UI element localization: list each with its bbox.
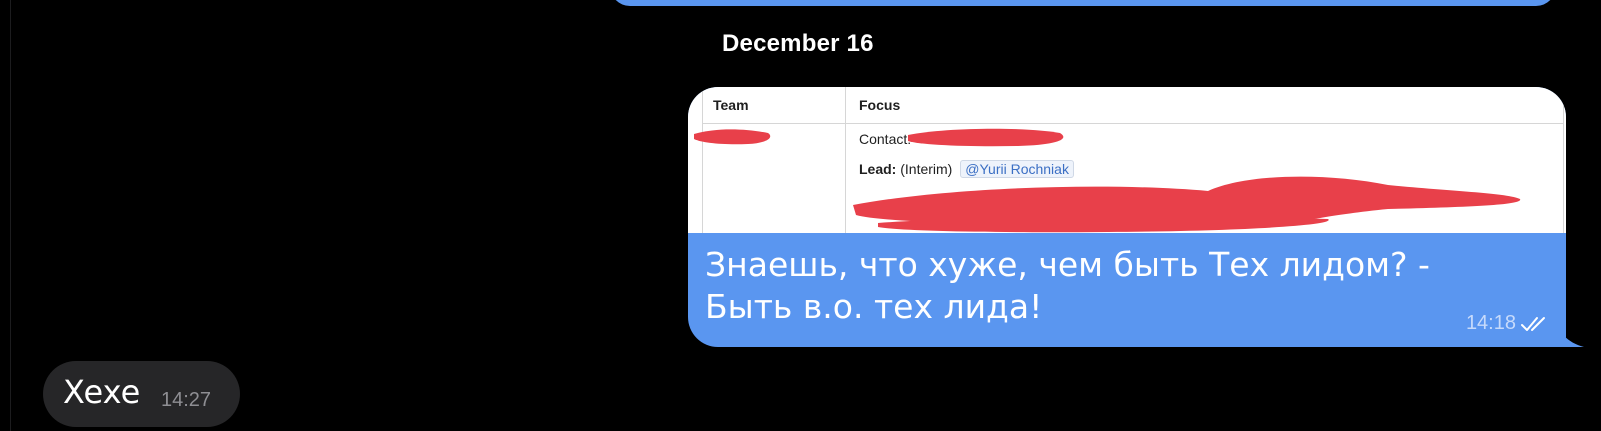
redaction-marks (694, 128, 1521, 233)
redaction-team (694, 129, 771, 145)
double-check-icon (1521, 316, 1545, 331)
redaction-contact (908, 128, 1064, 147)
incoming-message-time: 14:27 (161, 389, 212, 411)
previous-message-bubble[interactable] (610, 0, 1556, 6)
incoming-message-bubble[interactable]: Xexe 14:27 (43, 361, 240, 427)
date-separator: December 16 (722, 30, 874, 57)
outgoing-message-text: Знаешь, что хуже, чем быть Тех лидом? - … (705, 245, 1430, 326)
incoming-message-text: Xexe (63, 373, 141, 411)
attached-screenshot[interactable]: Team Focus Contact: Lead: (Interim) @Yur… (688, 87, 1566, 233)
window-edge (0, 0, 11, 431)
outgoing-message-bubble[interactable]: Team Focus Contact: Lead: (Interim) @Yur… (688, 87, 1566, 347)
outgoing-message-time: 14:18 (1465, 312, 1516, 334)
outgoing-bubble-tail (1548, 315, 1584, 347)
outgoing-message-meta: 14:18 (1466, 312, 1550, 335)
